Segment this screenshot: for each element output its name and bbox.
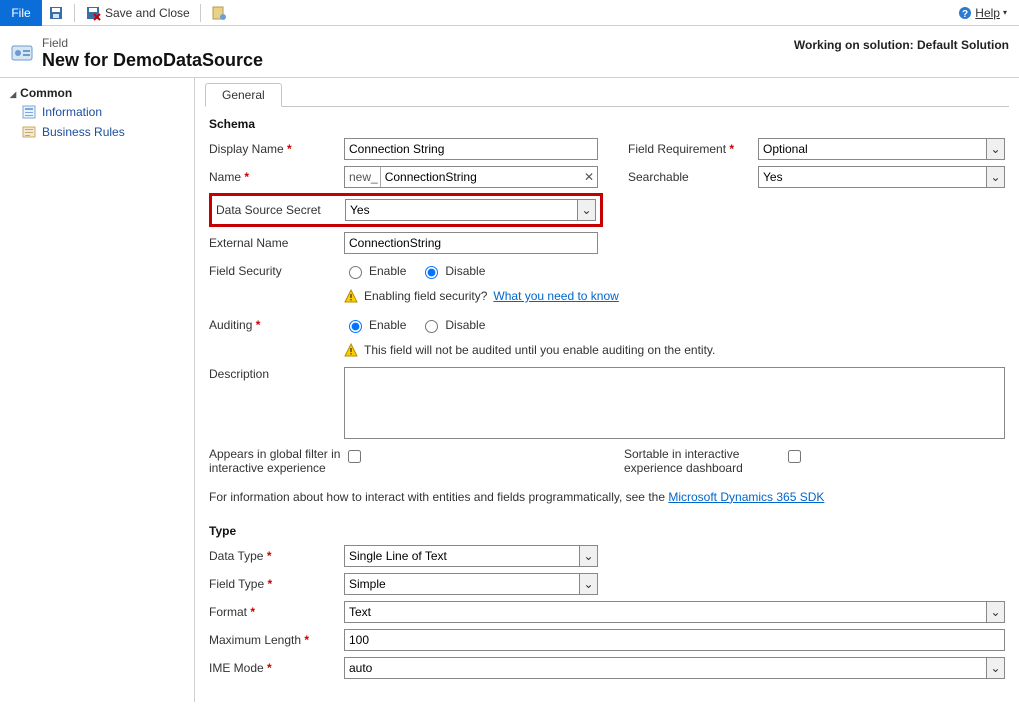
label-data-type: Data Type [209,549,344,563]
save-and-close-button[interactable]: Save and Close [79,0,196,26]
save-and-close-label: Save and Close [105,6,190,20]
warning-text: This field will not be audited until you… [364,343,715,357]
description-textarea[interactable] [344,367,1005,439]
help-label: Help [975,6,1000,20]
radio-label: Disable [445,264,485,278]
label-display-name: Display Name [209,142,344,156]
toolbar-separator [200,4,201,22]
save-icon [48,5,64,21]
label-global-filter: Appears in global filter in interactive … [209,447,344,476]
svg-text:?: ? [962,9,968,20]
form-icon [22,105,36,119]
section-type-header: Type [195,514,1019,542]
tab-bar: General [205,82,1009,107]
label-external-name: External Name [209,236,344,250]
label-name: Name [209,170,344,184]
section-schema-header: Schema [195,107,1019,135]
solution-context: Working on solution: Default Solution [794,36,1009,52]
radio-label: Enable [369,264,406,278]
file-menu-button[interactable]: File [0,0,42,26]
toolbar-separator [74,4,75,22]
field-entity-icon [10,42,34,66]
label-field-type: Field Type [209,577,344,591]
label-format: Format [209,605,344,619]
external-name-input[interactable] [344,232,598,254]
ime-mode-select[interactable]: auto [344,657,1005,679]
sortable-dashboard-checkbox[interactable] [788,450,801,463]
field-requirement-select[interactable]: Optional [758,138,1005,160]
name-prefix: new_ [345,167,381,187]
warning-text: Enabling field security? [364,289,487,303]
content-area: General Schema Display Name Field Requir… [195,78,1019,702]
field-security-disable[interactable]: Disable [420,263,485,279]
data-source-secret-select[interactable]: Yes [345,199,596,221]
help-menu[interactable]: ? Help ▾ [958,6,1019,20]
auditing-disable[interactable]: Disable [420,317,485,333]
auditing-warning: This field will not be audited until you… [344,339,1005,365]
sidebar-group-common[interactable]: Common [0,84,194,102]
radio-label: Disable [445,318,485,332]
radio-label: Enable [369,318,406,332]
help-icon: ? [958,6,972,20]
sdk-link[interactable]: Microsoft Dynamics 365 SDK [668,490,824,504]
sidebar-item-label: Information [42,105,102,119]
tab-general[interactable]: General [205,83,282,107]
page-header: Field New for DemoDataSource Working on … [0,26,1019,77]
warning-icon [344,343,358,357]
label-searchable: Searchable [628,170,758,184]
toolbar: File Save and Close ? Help ▾ [0,0,1019,26]
maximum-length-input[interactable] [344,629,1005,651]
auditing-enable[interactable]: Enable [344,317,406,333]
label-maximum-length: Maximum Length [209,633,344,647]
sidebar-item-business-rules[interactable]: Business Rules [0,122,194,142]
label-description: Description [209,367,344,381]
field-security-warning: Enabling field security? What you need t… [344,285,1005,311]
warning-icon [344,289,358,303]
field-security-enable[interactable]: Enable [344,263,406,279]
label-auditing: Auditing [209,318,344,332]
label-field-security: Field Security [209,264,344,278]
name-input-wrapper: new_ ✕ [344,166,598,188]
entity-kind-label: Field [42,36,263,50]
properties-icon [211,5,227,21]
sidebar-item-label: Business Rules [42,125,125,139]
properties-button[interactable] [205,0,233,26]
format-select[interactable]: Text [344,601,1005,623]
page-title: New for DemoDataSource [42,50,263,71]
chevron-down-icon: ▾ [1003,8,1007,17]
name-input[interactable] [381,167,597,187]
global-filter-checkbox[interactable] [348,450,361,463]
label-field-requirement: Field Requirement [628,142,758,156]
label-data-source-secret: Data Source Secret [216,203,345,217]
sdk-info-line: For information about how to interact wi… [195,486,1019,514]
display-name-input[interactable] [344,138,598,160]
data-type-select[interactable]: Single Line of Text [344,545,598,567]
label-sortable-dashboard: Sortable in interactive experience dashb… [624,447,784,476]
sidebar: Common Information Business Rules [0,78,195,702]
label-ime-mode: IME Mode [209,661,344,675]
sidebar-item-information[interactable]: Information [0,102,194,122]
field-type-select[interactable]: Simple [344,573,598,595]
rules-icon [22,125,36,139]
clear-icon[interactable]: ✕ [584,170,594,184]
searchable-select[interactable]: Yes [758,166,1005,188]
info-text: For information about how to interact wi… [209,490,668,504]
field-security-link[interactable]: What you need to know [493,289,618,303]
save-close-icon [85,5,101,21]
save-button[interactable] [42,0,70,26]
